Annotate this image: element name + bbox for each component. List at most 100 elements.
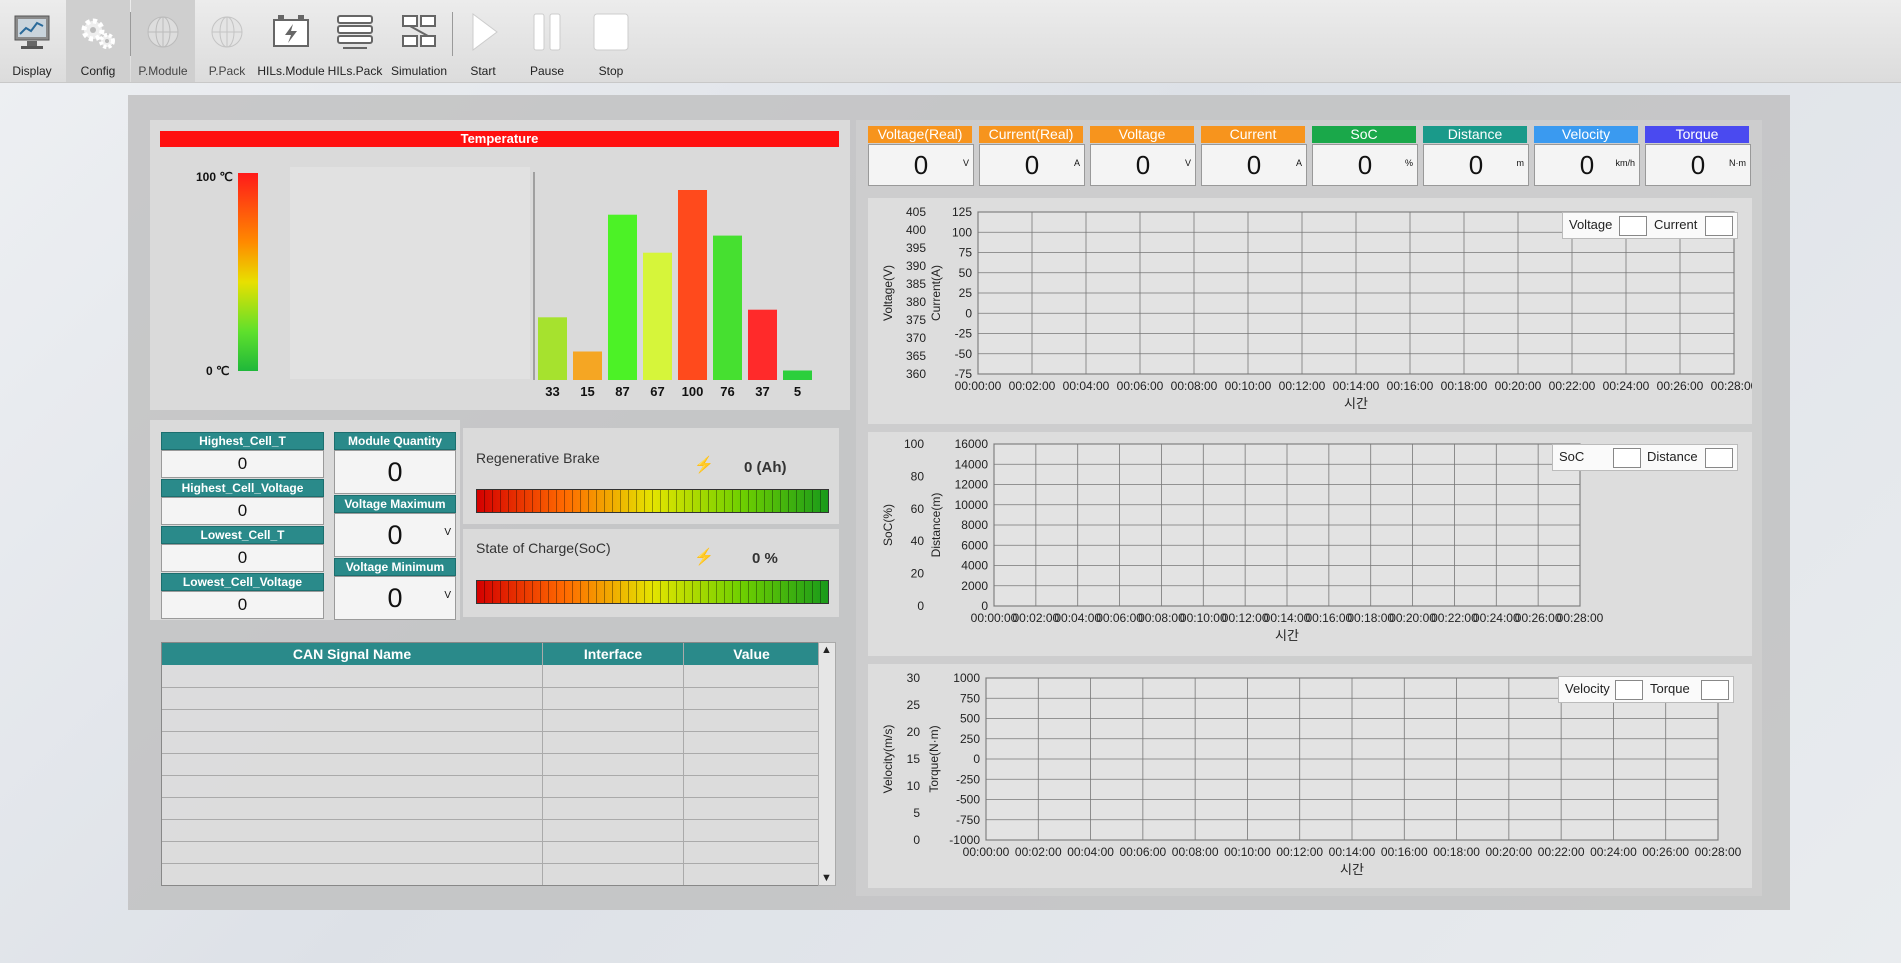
- left-axis-tick-label: 10: [907, 779, 921, 793]
- x-axis-label: 시간: [1340, 862, 1364, 877]
- x-tick-label: 00:28:00: [1711, 379, 1752, 393]
- temperature-bar-label: 5: [794, 384, 801, 399]
- x-tick-label: 00:08:00: [1172, 845, 1219, 859]
- simulation-icon: [402, 15, 436, 47]
- legend-velocity-swatch[interactable]: [1615, 680, 1643, 700]
- right-axis-tick-label: 2000: [961, 579, 988, 593]
- soc-distance-legend[interactable]: SoC Distance: [1552, 444, 1738, 471]
- metric-label: Velocity: [1534, 126, 1638, 143]
- p-module-button[interactable]: P.Module: [131, 0, 195, 82]
- voltage-maximum-field: 0 V: [334, 513, 456, 557]
- velocity-torque-legend[interactable]: Velocity Torque: [1558, 676, 1734, 703]
- left-axis-tick-label: 60: [911, 502, 925, 516]
- left-axis-tick-label: 80: [911, 469, 925, 483]
- temperature-bar-label: 37: [755, 384, 769, 399]
- x-tick-label: 00:08:00: [1171, 379, 1218, 393]
- x-tick-label: 00:20:00: [1495, 379, 1542, 393]
- x-tick-label: 00:14:00: [1264, 611, 1311, 625]
- soc-gauge-bar: [476, 580, 829, 604]
- right-axis-tick-label: 16000: [955, 437, 989, 451]
- metric-value: 0: [913, 150, 929, 180]
- x-tick-label: 00:12:00: [1279, 379, 1326, 393]
- left-axis-tick-label: 370: [906, 331, 926, 345]
- right-axis-tick-label: 125: [952, 205, 972, 219]
- pause-button[interactable]: Pause: [515, 0, 579, 82]
- right-axis-tick-label: -250: [956, 772, 980, 786]
- right-axis-tick-label: -50: [955, 347, 973, 361]
- right-axis-tick-label: 0: [973, 752, 980, 766]
- can-signal-table[interactable]: CAN Signal Name Interface Value: [161, 642, 820, 886]
- metric-label: Current(Real): [979, 126, 1083, 143]
- display-icon: [14, 15, 50, 49]
- metric-label: Distance: [1423, 126, 1527, 143]
- scroll-up-icon[interactable]: ▲: [821, 644, 832, 656]
- x-tick-label: 00:04:00: [1063, 379, 1110, 393]
- right-axis-label: Distance(m): [929, 493, 943, 558]
- display-button[interactable]: Display: [0, 0, 64, 82]
- left-axis-tick-label: 395: [906, 241, 926, 255]
- config-button[interactable]: Config: [66, 0, 130, 82]
- metric-value: 0: [1135, 150, 1151, 180]
- voltage-current-legend[interactable]: Voltage Current: [1562, 212, 1738, 239]
- legend-torque-swatch[interactable]: [1701, 680, 1729, 700]
- column-header-interface[interactable]: Interface: [543, 643, 684, 665]
- metric-value: 0: [1579, 150, 1595, 180]
- table-scrollbar[interactable]: ▲ ▼: [818, 642, 836, 886]
- table-row: [162, 709, 819, 710]
- p-pack-button[interactable]: P.Pack: [195, 0, 259, 82]
- left-axis-tick-label: 385: [906, 277, 926, 291]
- temperature-bar: [678, 190, 707, 380]
- x-tick-label: 00:20:00: [1485, 845, 1532, 859]
- table-row: [162, 819, 819, 820]
- x-tick-label: 00:06:00: [1117, 379, 1164, 393]
- x-tick-label: 00:00:00: [955, 379, 1002, 393]
- left-axis-tick-label: 365: [906, 349, 926, 363]
- x-tick-label: 00:00:00: [971, 611, 1018, 625]
- x-tick-label: 00:18:00: [1433, 845, 1480, 859]
- right-axis-label: Torque(N·m): [927, 725, 941, 792]
- hils-pack-button[interactable]: HILs.Pack: [323, 0, 387, 82]
- highest-cell-voltage-label: Highest_Cell_Voltage: [161, 479, 324, 497]
- right-axis-tick-label: 12000: [955, 478, 989, 492]
- x-tick-label: 00:28:00: [1557, 611, 1604, 625]
- x-tick-label: 00:02:00: [1015, 845, 1062, 859]
- left-axis-tick-label: 15: [907, 752, 921, 766]
- left-axis-tick-label: 390: [906, 259, 926, 273]
- simulation-button[interactable]: Simulation: [387, 0, 451, 82]
- stop-button[interactable]: Stop: [579, 0, 643, 82]
- lowest-cell-voltage-value: 0: [161, 591, 324, 619]
- voltage-minimum-value: 0: [387, 583, 403, 613]
- column-header-value[interactable]: Value: [684, 643, 819, 665]
- metric-label: Current: [1201, 126, 1305, 143]
- left-axis-tick-label: 20: [907, 725, 921, 739]
- table-row: [162, 753, 819, 754]
- column-header-can-signal-name[interactable]: CAN Signal Name: [162, 643, 543, 665]
- start-button[interactable]: Start: [451, 0, 515, 82]
- table-row: [162, 687, 819, 688]
- right-axis-tick-label: 100: [952, 225, 972, 239]
- voltage-maximum-value: 0: [387, 520, 403, 550]
- hils-module-button[interactable]: HILs.Module: [257, 0, 325, 82]
- x-tick-label: 00:16:00: [1387, 379, 1434, 393]
- scroll-down-icon[interactable]: ▼: [821, 872, 832, 884]
- legend-current-swatch[interactable]: [1705, 216, 1733, 236]
- temperature-bar: [713, 235, 742, 380]
- lowest-cell-voltage-label: Lowest_Cell_Voltage: [161, 573, 324, 591]
- temperature-bar: [748, 309, 777, 380]
- right-axis-tick-label: 4000: [961, 559, 988, 573]
- temperature-bar: [538, 317, 567, 380]
- bolt-icon: ⚡: [694, 457, 714, 474]
- regen-brake-value: 0 (Ah): [744, 459, 787, 476]
- stop-label: Stop: [598, 64, 624, 78]
- right-axis-tick-label: -75: [955, 367, 973, 381]
- metric-value-box: 0 km/h: [1534, 144, 1640, 186]
- legend-distance-swatch[interactable]: [1705, 448, 1733, 468]
- left-axis-tick-label: 400: [906, 223, 926, 237]
- legend-distance-label: Distance: [1647, 449, 1698, 464]
- legend-soc-swatch[interactable]: [1613, 448, 1641, 468]
- legend-voltage-swatch[interactable]: [1619, 216, 1647, 236]
- left-axis-tick-label: 405: [906, 205, 926, 219]
- regen-brake-gauge: [476, 489, 829, 513]
- right-axis-tick-label: 1000: [953, 671, 980, 685]
- right-axis-tick-label: 14000: [955, 457, 989, 471]
